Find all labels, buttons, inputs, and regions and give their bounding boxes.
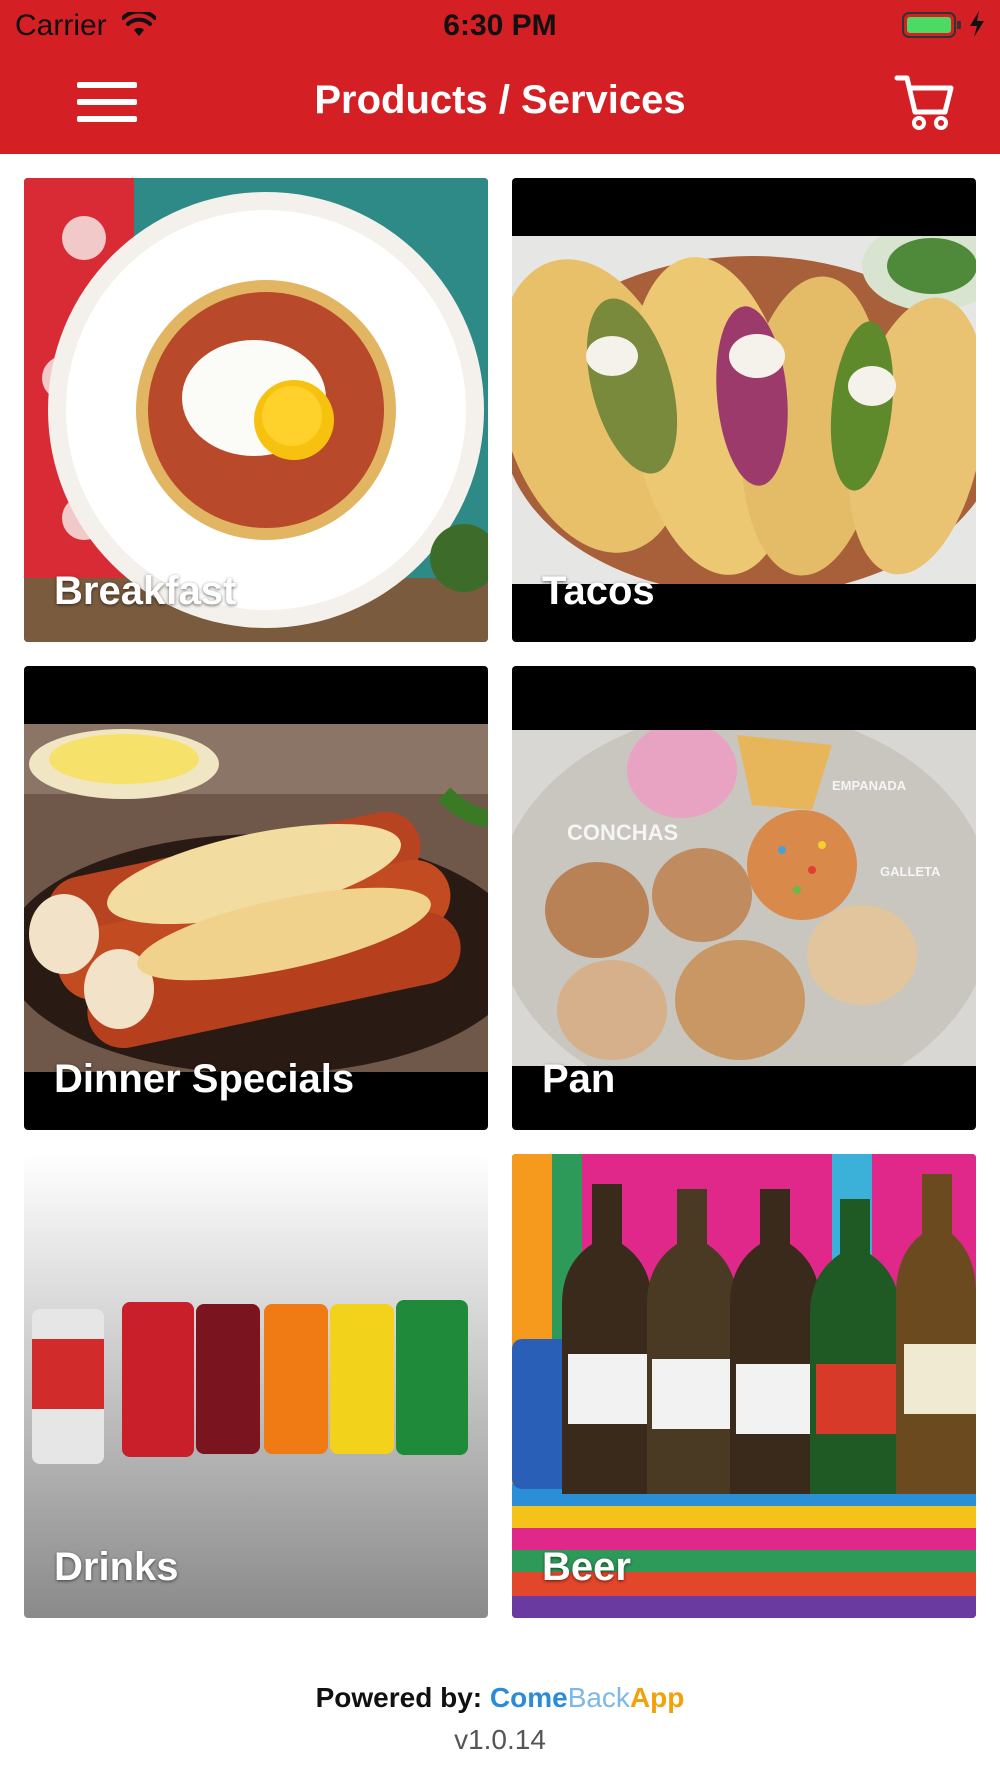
status-time: 6:30 PM	[443, 9, 557, 42]
pan-image: CONCHAS EMPANADA GALLETA	[512, 730, 976, 1066]
category-tile-beer[interactable]: Beer	[512, 1154, 976, 1618]
powered-by-footer: Powered by: ComeBackApp	[0, 1682, 1000, 1714]
cart-button[interactable]	[893, 70, 957, 134]
nav-bar: Products / Services	[0, 50, 1000, 154]
brand-part-app: App	[629, 1682, 685, 1713]
pan-image-text-galleta: GALLETA	[880, 864, 941, 879]
category-label: Pan	[542, 1057, 616, 1101]
brand-part-come: Come	[489, 1682, 568, 1713]
category-tile-tacos[interactable]: Tacos	[512, 178, 976, 642]
status-bar: Carrier 6:30 PM	[0, 0, 1000, 50]
category-tile-breakfast[interactable]: Breakfast	[24, 178, 488, 642]
top-bar: Carrier 6:30 PM Products / Services	[0, 0, 1000, 154]
category-label: Drinks	[54, 1545, 179, 1589]
page-title: Products / Services	[314, 78, 686, 122]
dinner-specials-image	[24, 724, 488, 1072]
category-tile-pan[interactable]: CONCHAS EMPANADA GALLETA Pan	[512, 666, 976, 1130]
category-label: Dinner Specials	[54, 1057, 355, 1101]
pan-image-text-empanada: EMPANADA	[832, 778, 907, 793]
charging-icon	[968, 10, 986, 43]
category-tile-dinner-specials[interactable]: Dinner Specials	[24, 666, 488, 1130]
brand-link[interactable]: ComeBackApp	[490, 1682, 684, 1713]
brand-part-back: Back	[567, 1682, 630, 1713]
category-label: Tacos	[542, 569, 655, 613]
battery-icon	[902, 11, 962, 44]
powered-by-label: Powered by:	[315, 1682, 483, 1713]
tacos-image	[512, 236, 976, 584]
category-label: Breakfast	[54, 569, 237, 613]
category-tile-drinks[interactable]: Drinks	[24, 1154, 488, 1618]
shopping-cart-icon	[894, 75, 954, 130]
category-label: Beer	[542, 1545, 631, 1589]
pan-image-text-conchas: CONCHAS	[567, 820, 678, 845]
app-version: v1.0.14	[454, 1724, 546, 1755]
